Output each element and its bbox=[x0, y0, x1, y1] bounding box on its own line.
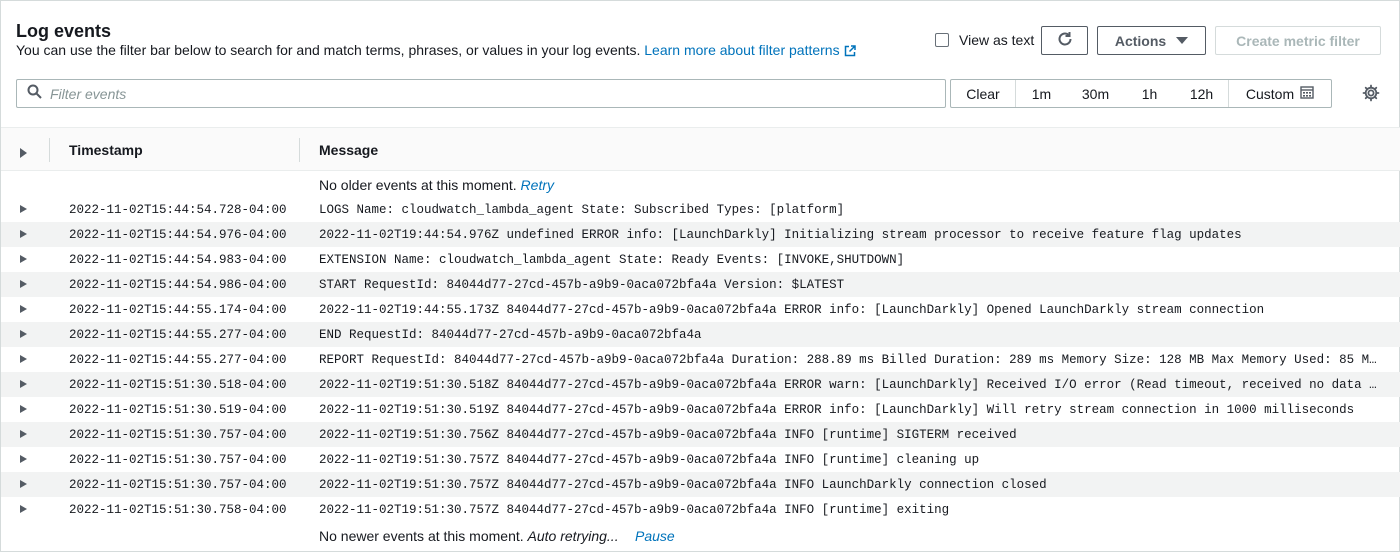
bottom-notice-text: No newer events at this moment. bbox=[319, 528, 524, 544]
row-message: LOGS Name: cloudwatch_lambda_agent State… bbox=[319, 203, 845, 217]
row-message: END RequestId: 84044d77-27cd-457b-a9b9-0… bbox=[319, 328, 702, 342]
column-divider[interactable] bbox=[49, 138, 50, 162]
column-header-message[interactable]: Message bbox=[319, 142, 378, 158]
table-row[interactable]: 2022-11-02T15:51:30.757-04:00 2022-11-02T… bbox=[1, 472, 1400, 497]
row-timestamp: 2022-11-02T15:51:30.757-04:00 bbox=[69, 453, 287, 467]
expand-row-icon[interactable] bbox=[20, 455, 27, 463]
actions-label: Actions bbox=[1114, 32, 1167, 49]
time-range-12h[interactable]: 12h bbox=[1175, 80, 1228, 107]
table-row[interactable]: 2022-11-02T15:44:54.986-04:00 START Reque… bbox=[1, 272, 1400, 297]
table-row[interactable]: 2022-11-02T15:44:55.277-04:00 END Request… bbox=[1, 322, 1400, 347]
expand-row-icon[interactable] bbox=[20, 480, 27, 488]
expand-row-icon[interactable] bbox=[20, 205, 27, 213]
row-timestamp: 2022-11-02T15:51:30.758-04:00 bbox=[69, 503, 287, 517]
search-icon bbox=[27, 84, 42, 104]
row-message: 2022-11-02T19:51:30.756Z 84044d77-27cd-4… bbox=[319, 428, 1017, 442]
expand-row-icon[interactable] bbox=[20, 380, 27, 388]
table-row[interactable]: 2022-11-02T15:51:30.519-04:00 2022-11-02T… bbox=[1, 397, 1400, 422]
time-range-1h[interactable]: 1h bbox=[1124, 80, 1175, 107]
log-rows: 2022-11-02T15:44:54.728-04:00 LOGS Name: … bbox=[1, 197, 1400, 522]
row-message: START RequestId: 84044d77-27cd-457b-a9b9… bbox=[319, 278, 845, 292]
expand-row-icon[interactable] bbox=[20, 355, 27, 363]
time-range-custom[interactable]: Custom bbox=[1228, 80, 1331, 107]
time-range-1m[interactable]: 1m bbox=[1016, 80, 1067, 107]
row-message: 2022-11-02T19:51:30.757Z 84044d77-27cd-4… bbox=[319, 453, 980, 467]
row-message: EXTENSION Name: cloudwatch_lambda_agent … bbox=[319, 253, 905, 267]
create-metric-filter-button[interactable]: Create metric filter bbox=[1215, 26, 1381, 55]
expand-row-icon[interactable] bbox=[20, 505, 27, 513]
table-row[interactable]: 2022-11-02T15:51:30.757-04:00 2022-11-02T… bbox=[1, 447, 1400, 472]
log-events-table: Timestamp Message No older events at thi… bbox=[1, 127, 1400, 548]
row-timestamp: 2022-11-02T15:44:55.277-04:00 bbox=[69, 328, 287, 342]
page-title: Log events bbox=[16, 21, 112, 41]
refresh-icon bbox=[1056, 30, 1074, 51]
row-timestamp: 2022-11-02T15:51:30.518-04:00 bbox=[69, 378, 287, 392]
expand-row-icon[interactable] bbox=[20, 230, 27, 238]
table-row[interactable]: 2022-11-02T15:44:54.976-04:00 2022-11-02T… bbox=[1, 222, 1400, 247]
log-events-header: Log events You can use the filter bar be… bbox=[1, 1, 1400, 127]
expand-row-icon[interactable] bbox=[20, 305, 27, 313]
filter-events-input[interactable] bbox=[50, 85, 930, 102]
top-notice: No older events at this moment. Retry bbox=[1, 171, 1400, 197]
gear-icon[interactable] bbox=[1362, 84, 1380, 107]
table-row[interactable]: 2022-11-02T15:44:55.277-04:00 REPORT Requ… bbox=[1, 347, 1400, 372]
row-message: 2022-11-02T19:44:54.976Z undefined ERROR… bbox=[319, 228, 1242, 242]
row-timestamp: 2022-11-02T15:51:30.757-04:00 bbox=[69, 428, 287, 442]
view-as-text-label: View as text bbox=[959, 32, 1035, 48]
filter-bar[interactable] bbox=[16, 79, 946, 108]
expand-row-icon[interactable] bbox=[20, 405, 27, 413]
pause-link[interactable]: Pause bbox=[635, 528, 675, 544]
table-row[interactable]: 2022-11-02T15:51:30.518-04:00 2022-11-02T… bbox=[1, 372, 1400, 397]
table-header: Timestamp Message bbox=[1, 127, 1400, 171]
row-timestamp: 2022-11-02T15:51:30.757-04:00 bbox=[69, 478, 287, 492]
expand-all-icon[interactable] bbox=[20, 145, 28, 161]
time-range-clear[interactable]: Clear bbox=[951, 80, 1016, 107]
retry-link[interactable]: Retry bbox=[521, 177, 554, 193]
row-message: 2022-11-02T19:51:30.519Z 84044d77-27cd-4… bbox=[319, 403, 1355, 417]
column-header-timestamp[interactable]: Timestamp bbox=[69, 142, 143, 158]
row-timestamp: 2022-11-02T15:44:55.174-04:00 bbox=[69, 303, 287, 317]
row-message: 2022-11-02T19:44:55.173Z 84044d77-27cd-4… bbox=[319, 303, 1265, 317]
row-timestamp: 2022-11-02T15:44:54.983-04:00 bbox=[69, 253, 287, 267]
external-link-icon bbox=[844, 44, 856, 60]
row-timestamp: 2022-11-02T15:44:55.277-04:00 bbox=[69, 353, 287, 367]
view-as-text-toggle[interactable]: View as text bbox=[935, 32, 1034, 48]
row-timestamp: 2022-11-02T15:44:54.976-04:00 bbox=[69, 228, 287, 242]
actions-dropdown-button[interactable]: Actions bbox=[1097, 26, 1206, 55]
description-text: You can use the filter bar below to sear… bbox=[16, 42, 641, 58]
custom-label: Custom bbox=[1245, 85, 1295, 102]
log-events-panel: Log events You can use the filter bar be… bbox=[0, 0, 1400, 552]
row-timestamp: 2022-11-02T15:44:54.986-04:00 bbox=[69, 278, 287, 292]
table-row[interactable]: 2022-11-02T15:44:54.983-04:00 EXTENSION N… bbox=[1, 247, 1400, 272]
row-message: REPORT RequestId: 84044d77-27cd-457b-a9b… bbox=[319, 353, 1379, 367]
row-timestamp: 2022-11-02T15:44:54.728-04:00 bbox=[69, 203, 287, 217]
table-row[interactable]: 2022-11-02T15:51:30.758-04:00 2022-11-02T… bbox=[1, 497, 1400, 522]
learn-more-label: Learn more about filter patterns bbox=[644, 42, 840, 58]
page-description: You can use the filter bar below to sear… bbox=[16, 42, 856, 60]
learn-more-link[interactable]: Learn more about filter patterns bbox=[644, 42, 856, 60]
caret-down-icon bbox=[1176, 37, 1189, 44]
top-notice-text: No older events at this moment. bbox=[319, 177, 517, 193]
calendar-icon bbox=[1300, 85, 1314, 102]
bottom-notice: No newer events at this moment. Auto ret… bbox=[1, 522, 1400, 548]
create-metric-filter-label: Create metric filter bbox=[1236, 32, 1360, 49]
expand-row-icon[interactable] bbox=[20, 255, 27, 263]
row-timestamp: 2022-11-02T15:51:30.519-04:00 bbox=[69, 403, 287, 417]
table-row[interactable]: 2022-11-02T15:44:55.174-04:00 2022-11-02T… bbox=[1, 297, 1400, 322]
time-range-30m[interactable]: 30m bbox=[1067, 80, 1124, 107]
column-divider[interactable] bbox=[299, 138, 300, 162]
row-message: 2022-11-02T19:51:30.757Z 84044d77-27cd-4… bbox=[319, 503, 950, 517]
row-message: 2022-11-02T19:51:30.518Z 84044d77-27cd-4… bbox=[319, 378, 1379, 392]
table-row[interactable]: 2022-11-02T15:51:30.757-04:00 2022-11-02T… bbox=[1, 422, 1400, 447]
expand-row-icon[interactable] bbox=[20, 280, 27, 288]
auto-retrying-text: Auto retrying... bbox=[527, 528, 619, 544]
expand-row-icon[interactable] bbox=[20, 330, 27, 338]
refresh-button[interactable] bbox=[1041, 26, 1088, 55]
row-message: 2022-11-02T19:51:30.757Z 84044d77-27cd-4… bbox=[319, 478, 1047, 492]
view-as-text-checkbox[interactable] bbox=[935, 33, 949, 47]
table-row[interactable]: 2022-11-02T15:44:54.728-04:00 LOGS Name: … bbox=[1, 197, 1400, 222]
expand-row-icon[interactable] bbox=[20, 430, 27, 438]
time-range-selector: Clear 1m 30m 1h 12h Custom bbox=[950, 79, 1332, 108]
